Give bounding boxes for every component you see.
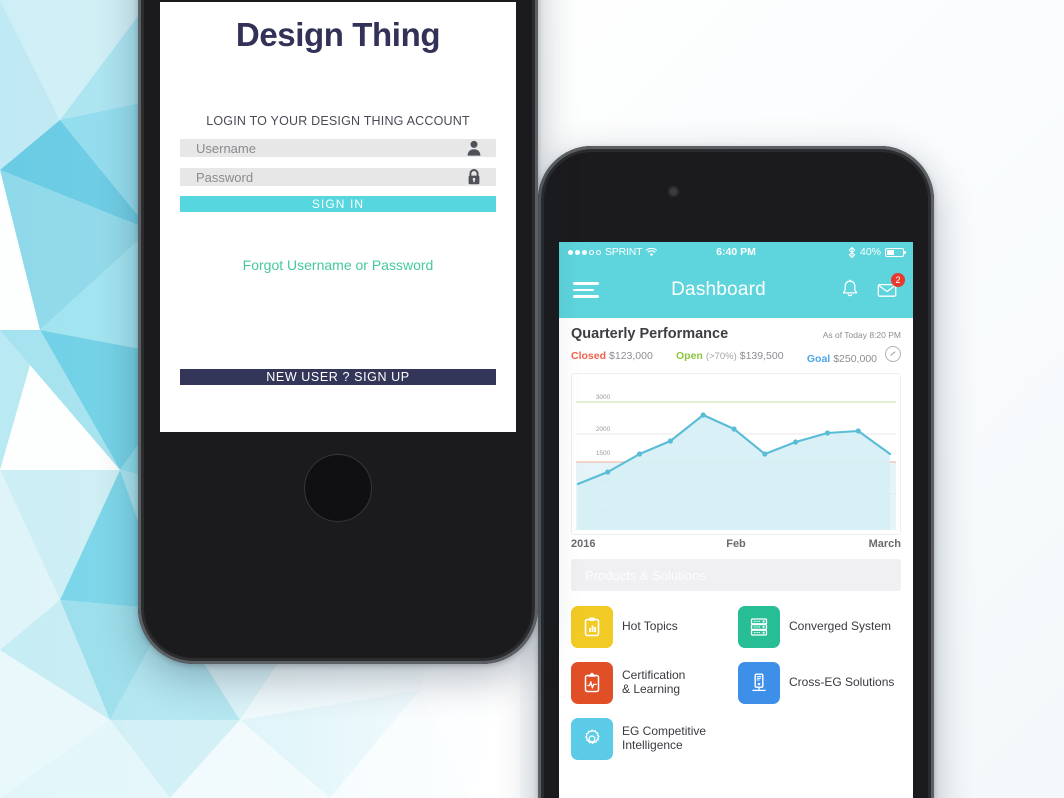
tile-cross-eg-solutions[interactable]: Cross-EG Solutions: [736, 655, 903, 711]
performance-section: Quarterly Performance As of Today 8:20 P…: [559, 318, 913, 365]
tile-label: Certification & Learning: [622, 668, 686, 696]
sign-up-button[interactable]: NEW USER ? SIGN UP: [180, 369, 496, 385]
chart-x-axis: 2016 Feb March: [571, 538, 901, 550]
x-tick-2: March: [868, 538, 901, 550]
pencil-circle-icon[interactable]: [885, 346, 901, 362]
password-input[interactable]: [194, 168, 466, 186]
gear-icon: [571, 718, 613, 760]
username-field[interactable]: [180, 139, 496, 157]
app-bar: Dashboard 2: [559, 262, 913, 318]
desktop-tower-icon: [738, 662, 780, 704]
clipboard-chart-icon: [571, 606, 613, 648]
svg-text:2000: 2000: [596, 426, 611, 433]
products-search-bar[interactable]: [571, 559, 901, 591]
mockup-canvas: SPRINT 6:40 PM 40% Dashboard 2 Quarterly…: [0, 0, 1064, 798]
metric-closed: Closed $123,000: [571, 350, 676, 362]
server-rack-icon: [738, 606, 780, 648]
search-input[interactable]: [583, 566, 889, 584]
metric-open-qualifier: (>70%): [705, 350, 737, 362]
phone-device-left: Design Thing LOGIN TO YOUR DESIGN THING …: [138, 0, 538, 664]
tile-eg-competitive-intelligence[interactable]: EG Competitive Intelligence: [569, 711, 736, 767]
tile-converged-system[interactable]: Converged System: [736, 599, 903, 655]
mail-badge-count: 2: [891, 273, 905, 287]
tile-label: Cross-EG Solutions: [789, 675, 895, 690]
metric-closed-label: Closed: [571, 349, 607, 362]
tile-label: Converged System: [789, 619, 892, 634]
tile-label: EG Competitive Intelligence: [622, 724, 707, 752]
envelope-icon[interactable]: 2: [875, 273, 905, 302]
metric-open-value: $139,500: [739, 349, 784, 362]
metric-goal-label: Goal: [806, 353, 831, 365]
battery-fill: [887, 249, 894, 255]
tile-label: Hot Topics: [622, 619, 678, 634]
status-time: 6:40 PM: [716, 246, 756, 258]
svg-text:1500: 1500: [596, 450, 611, 457]
bluetooth-icon: [848, 246, 856, 258]
hamburger-menu-icon[interactable]: [573, 278, 599, 302]
forgot-credentials-link[interactable]: Forgot Username or Password: [180, 257, 496, 273]
metric-open-label: Open: [676, 349, 703, 362]
password-field[interactable]: [180, 168, 496, 186]
svg-text:3000: 3000: [596, 394, 611, 401]
metric-closed-value: $123,000: [609, 349, 653, 362]
tile-hot-topics[interactable]: Hot Topics: [569, 599, 736, 655]
product-tile-grid: Hot Topics Converged System Certificatio…: [559, 591, 913, 767]
lock-icon: [468, 169, 480, 185]
chart-svg: 3000 2000 1500 1000 500: [572, 374, 900, 534]
x-tick-0: 2016: [571, 538, 596, 550]
x-tick-1: Feb: [726, 538, 746, 550]
battery-icon: [885, 247, 906, 257]
battery-percent-label: 40%: [859, 246, 881, 258]
carrier-label: SPRINT: [605, 246, 643, 258]
tile-certification-learning[interactable]: Certification & Learning: [569, 655, 736, 711]
wifi-icon: [646, 247, 658, 256]
login-screen: Design Thing LOGIN TO YOUR DESIGN THING …: [160, 2, 516, 432]
home-button[interactable]: [304, 454, 372, 522]
sign-in-button[interactable]: SIGN IN: [180, 196, 496, 212]
dashboard-screen: SPRINT 6:40 PM 40% Dashboard 2 Quarterly…: [559, 242, 913, 798]
performance-chart: 3000 2000 1500 1000 500: [571, 373, 901, 535]
status-bar: SPRINT 6:40 PM 40%: [559, 242, 913, 262]
login-subtitle: LOGIN TO YOUR DESIGN THING ACCOUNT: [206, 114, 470, 128]
metric-goal-value: $250,000: [833, 353, 877, 365]
metric-open: Open (>70%) $139,500: [676, 350, 801, 362]
front-camera: [668, 186, 679, 197]
user-icon: [467, 140, 481, 156]
page-title: Dashboard: [671, 279, 766, 300]
clipboard-pulse-icon: [571, 662, 613, 704]
performance-metrics: Closed $123,000 Open (>70%) $139,500 Goa…: [571, 346, 901, 365]
brand-title: Design Thing: [235, 16, 441, 53]
username-input[interactable]: [194, 139, 466, 157]
performance-title: Quarterly Performance: [571, 326, 729, 342]
signal-strength-icon: [568, 249, 601, 255]
bell-icon[interactable]: [838, 278, 862, 302]
phone-device-right: SPRINT 6:40 PM 40% Dashboard 2 Quarterly…: [538, 146, 934, 798]
metric-goal: Goal $250,000: [801, 346, 901, 365]
performance-asof-label: As of Today 8:20 PM: [822, 330, 901, 340]
